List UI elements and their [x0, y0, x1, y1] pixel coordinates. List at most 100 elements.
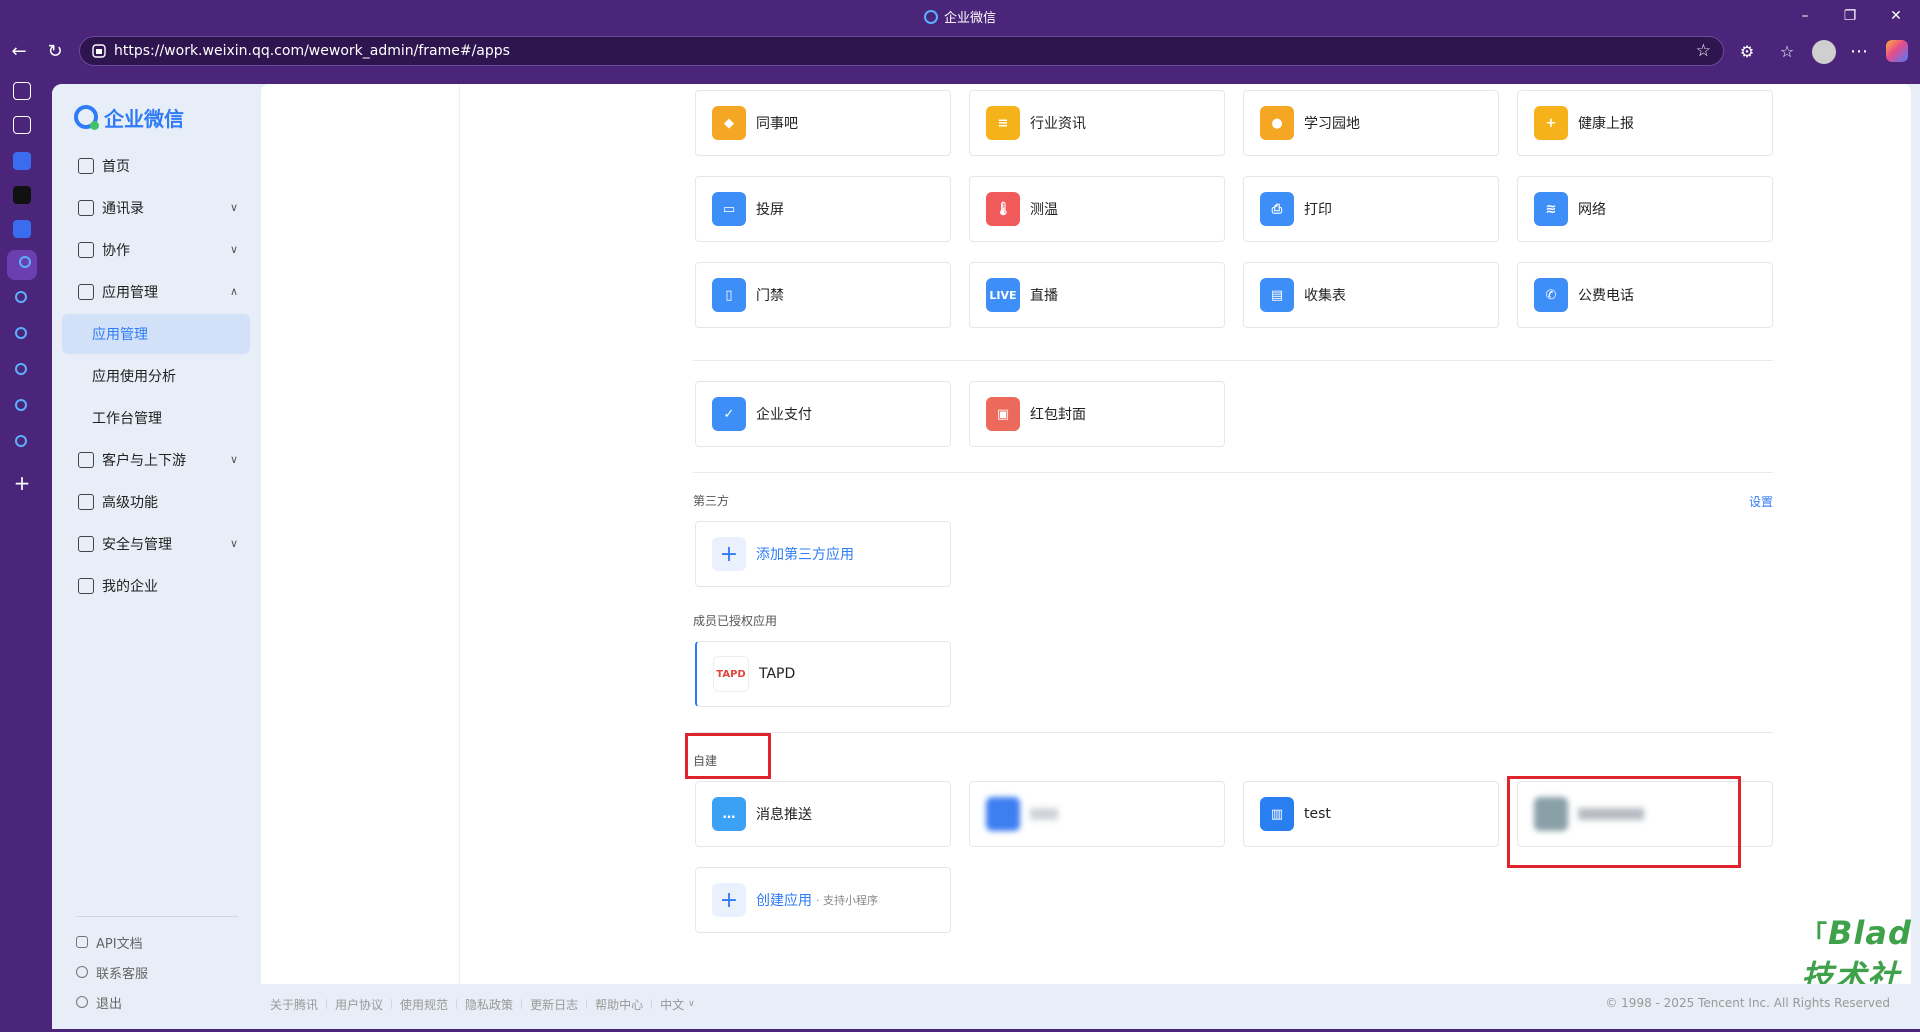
- red-packet-icon: ▣: [986, 397, 1020, 431]
- chat-bubble-icon: …: [712, 797, 746, 831]
- url-text[interactable]: https://work.weixin.qq.com/wework_admin/…: [114, 43, 510, 59]
- create-app-button[interactable]: + 创建应用 · 支持小程序: [695, 867, 951, 933]
- watermark: 「Blade技术社区」: [1801, 914, 1911, 984]
- app-tile-print[interactable]: ⎙ 打印: [1243, 176, 1499, 242]
- chevron-down-icon: ∨: [229, 243, 238, 256]
- tabs-icon[interactable]: [13, 82, 31, 100]
- collections-icon[interactable]: [13, 116, 31, 134]
- highlight-box-custom-section: [685, 733, 771, 779]
- add-third-party-app-button[interactable]: + 添加第三方应用: [695, 521, 951, 587]
- wecom-icon[interactable]: [15, 327, 27, 339]
- payment-icon: ✓: [712, 397, 746, 431]
- sidebar-item-security[interactable]: 安全与管理 ∨: [62, 524, 250, 564]
- custom-app-icon: [986, 797, 1020, 831]
- app-tile-screen-cast[interactable]: ▭ 投屏: [695, 176, 951, 242]
- wecom-icon[interactable]: [15, 435, 27, 447]
- section-divider: [693, 472, 1773, 473]
- app-tile-public-phone[interactable]: ✆ 公费电话: [1517, 262, 1773, 328]
- contact-support-link[interactable]: 联系客服: [76, 961, 148, 983]
- extensions-icon[interactable]: ⚙: [1736, 41, 1758, 63]
- app-tile-collect-form[interactable]: ▤ 收集表: [1243, 262, 1499, 328]
- app-tile-custom-blurred[interactable]: [969, 781, 1225, 847]
- brand-text: 企业微信: [104, 106, 184, 131]
- app-tile-test[interactable]: ▥ test: [1243, 781, 1499, 847]
- back-icon[interactable]: ←: [8, 41, 30, 63]
- baidu-icon[interactable]: [13, 220, 31, 238]
- apps-icon: [78, 284, 94, 300]
- favorites-icon[interactable]: ☆: [1776, 41, 1798, 63]
- sidebar-item-app-management[interactable]: 应用管理 ∧: [62, 272, 250, 312]
- app-tile-network[interactable]: ≋ 网络: [1517, 176, 1773, 242]
- sidebar-subitem-workbench[interactable]: 工作台管理: [62, 398, 250, 438]
- footer-link[interactable]: 使用规范: [400, 996, 448, 1013]
- api-docs-link[interactable]: API文档: [76, 931, 143, 953]
- restore-button[interactable]: ❐: [1840, 6, 1860, 26]
- footer-link[interactable]: 帮助中心: [595, 996, 643, 1013]
- footer-link[interactable]: 更新日志: [530, 996, 578, 1013]
- planet-icon: ●: [1260, 106, 1294, 140]
- logout-link[interactable]: 退出: [76, 991, 122, 1013]
- refresh-icon[interactable]: ↻: [44, 41, 66, 63]
- language-selector[interactable]: 中文: [660, 996, 684, 1013]
- tapd-logo-icon: TAPD: [713, 656, 749, 692]
- app-tile-tapd[interactable]: TAPD TAPD: [695, 641, 951, 707]
- wecom-icon[interactable]: [19, 256, 31, 268]
- thermometer-icon: 🌡: [986, 192, 1020, 226]
- chevron-down-icon: ∨: [229, 201, 238, 214]
- sidebar-subitem-app-usage[interactable]: 应用使用分析: [62, 356, 250, 396]
- app-tile-red-packet-cover[interactable]: ▣ 红包封面: [969, 381, 1225, 447]
- sidebar-item-my-company[interactable]: 我的企业: [62, 566, 250, 606]
- site-info-icon[interactable]: [92, 44, 106, 58]
- more-menu-icon[interactable]: ⋯: [1848, 41, 1870, 63]
- k-app-icon[interactable]: [13, 186, 31, 204]
- add-icon[interactable]: +: [13, 473, 31, 493]
- colleague-bar-icon: ◆: [712, 106, 746, 140]
- wecom-logo-icon: [74, 105, 99, 130]
- footer-link[interactable]: 用户协议: [335, 996, 383, 1013]
- close-button[interactable]: ✕: [1886, 6, 1906, 26]
- plus-icon: +: [712, 537, 746, 571]
- company-icon: [78, 578, 94, 594]
- footer-link[interactable]: 隐私政策: [465, 996, 513, 1013]
- app-tile-learning[interactable]: ● 学习园地: [1243, 90, 1499, 156]
- wecom-icon[interactable]: [15, 399, 27, 411]
- page-footer: 关于腾讯 用户协议 使用规范 隐私政策 更新日志 帮助中心 中文 ∨: [270, 994, 695, 1014]
- footer-link[interactable]: 关于腾讯: [270, 996, 318, 1013]
- sidebar-item-collab[interactable]: 协作 ∨: [62, 230, 250, 270]
- app-tile-colleague-bar[interactable]: ◆ 同事吧: [695, 90, 951, 156]
- address-bar[interactable]: https://work.weixin.qq.com/wework_admin/…: [79, 36, 1724, 66]
- printer-icon: ⎙: [1260, 192, 1294, 226]
- browser-sidebar: +: [0, 72, 44, 1032]
- support-icon: [76, 966, 88, 978]
- security-icon: [78, 536, 94, 552]
- wecom-icon[interactable]: [15, 291, 27, 303]
- screen-cast-icon: ▭: [712, 192, 746, 226]
- sidebar-subitem-app-management[interactable]: 应用管理: [62, 314, 250, 354]
- sidebar-item-advanced[interactable]: 高级功能: [62, 482, 250, 522]
- sidebar-item-home[interactable]: 首页: [62, 146, 250, 186]
- wecom-icon[interactable]: [15, 363, 27, 375]
- app-tile-health-report[interactable]: + 健康上报: [1517, 90, 1773, 156]
- app-tile-live[interactable]: LIVE 直播: [969, 262, 1225, 328]
- third-party-settings-link[interactable]: 设置: [1749, 493, 1773, 510]
- app-tile-message-push[interactable]: … 消息推送: [695, 781, 951, 847]
- sidebar-item-contacts[interactable]: 通讯录 ∨: [62, 188, 250, 228]
- app-tile-temperature[interactable]: 🌡 测温: [969, 176, 1225, 242]
- favorite-star-icon[interactable]: ☆: [1696, 41, 1711, 61]
- sidebar-item-customers[interactable]: 客户与上下游 ∨: [62, 440, 250, 480]
- copilot-icon[interactable]: [1886, 40, 1908, 62]
- sidebar-divider: [76, 916, 238, 917]
- health-clipboard-icon: +: [1534, 106, 1568, 140]
- app-tile-access-control[interactable]: ▯ 门禁: [695, 262, 951, 328]
- live-icon: LIVE: [986, 278, 1020, 312]
- chevron-down-icon: ∨: [229, 537, 238, 550]
- section-title-third-party: 第三方: [693, 494, 730, 508]
- profile-avatar[interactable]: [1812, 40, 1836, 64]
- app-tile-enterprise-pay[interactable]: ✓ 企业支付: [695, 381, 951, 447]
- brand[interactable]: 企业微信: [74, 104, 184, 131]
- app-tile-industry-news[interactable]: ≡ 行业资讯: [969, 90, 1225, 156]
- power-icon: [76, 996, 88, 1008]
- minimize-button[interactable]: –: [1795, 6, 1815, 26]
- baidu-icon[interactable]: [13, 152, 31, 170]
- chevron-down-icon: ∨: [688, 999, 695, 1009]
